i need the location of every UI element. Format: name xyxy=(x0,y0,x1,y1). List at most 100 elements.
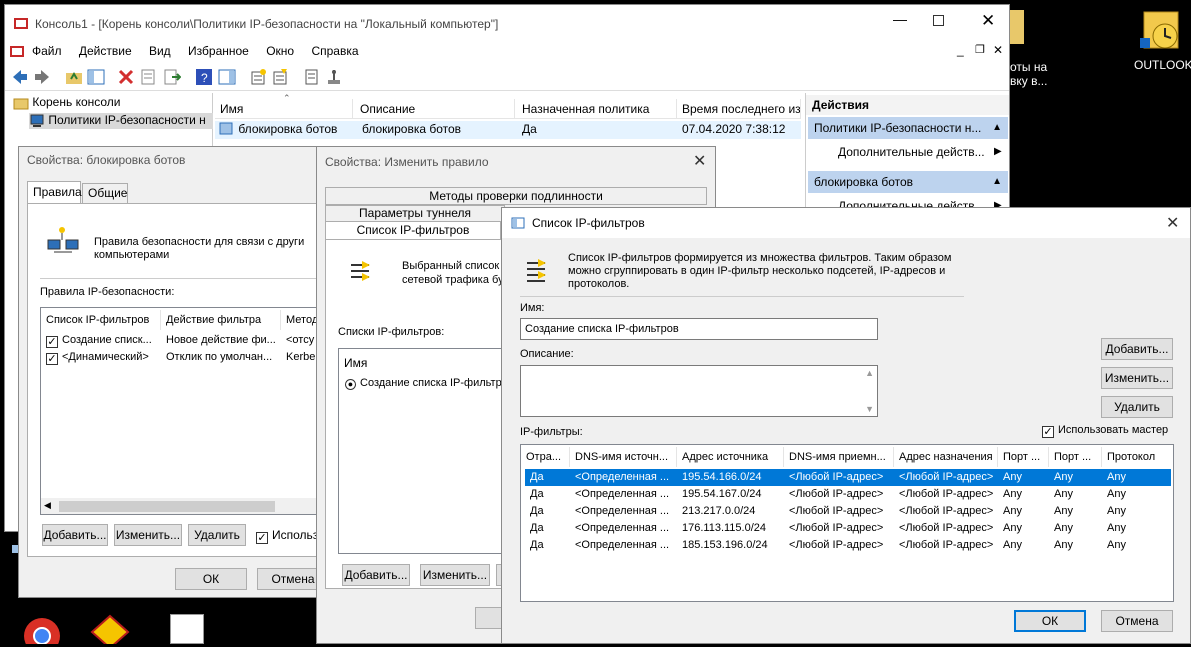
child-restore-button[interactable]: ❐ xyxy=(975,43,985,56)
filter-row[interactable]: Да <Определенная ... 176.113.115.0/24 <Л… xyxy=(525,520,1171,537)
filters-col-src-dns[interactable]: DNS-имя источн... xyxy=(570,447,677,467)
menu-window[interactable]: Окно xyxy=(266,44,294,58)
tab-filter-lists[interactable]: Список IP-фильтров xyxy=(325,221,501,239)
rules-col-filter[interactable]: Список IP-фильтров xyxy=(41,310,161,330)
filter-dst-port: Any xyxy=(1054,539,1073,551)
edit-rule-close-button[interactable]: ✕ xyxy=(693,151,706,171)
col-modified[interactable]: Время последнего из xyxy=(677,99,801,119)
filters-col-src-port[interactable]: Порт ... xyxy=(998,447,1049,467)
filter-row[interactable]: Да <Определенная ... 195.54.166.0/24 <Лю… xyxy=(525,469,1171,486)
maximize-button[interactable] xyxy=(933,15,944,26)
props-ok-button[interactable]: ОК xyxy=(175,568,247,590)
menu-file[interactable]: Файл xyxy=(32,44,62,58)
filter-lists-edit-button[interactable]: Изменить... xyxy=(420,564,490,586)
properties-icon[interactable] xyxy=(139,68,157,86)
help-icon[interactable]: ? xyxy=(195,68,213,86)
filter-src-port: Any xyxy=(1003,471,1022,483)
filters-col-src-addr[interactable]: Адрес источника xyxy=(677,447,784,467)
tab-rules[interactable]: Правила xyxy=(27,181,82,203)
submenu-arrow-icon: ▶ xyxy=(994,146,1002,157)
taskbar-app-icon[interactable] xyxy=(90,614,130,647)
name-input[interactable]: Создание списка IP-фильтров xyxy=(520,318,878,340)
actions-group-ipsec[interactable]: Политики IP-безопасности н... ▲ xyxy=(808,117,1008,139)
filter-lists-add-button[interactable]: Добавить... xyxy=(342,564,410,586)
filter-src-dns: <Определенная ... xyxy=(575,522,670,534)
export-icon[interactable] xyxy=(163,68,181,86)
policy-new-icon[interactable] xyxy=(249,68,267,86)
rule-action: Отклик по умолчан... xyxy=(166,351,273,363)
outlook-icon[interactable] xyxy=(1138,8,1184,54)
tab-tunnel[interactable]: Параметры туннеля xyxy=(325,205,505,221)
minimize-button[interactable]: — xyxy=(893,11,907,27)
col-description[interactable]: Описание xyxy=(355,99,515,119)
filter-add-button[interactable]: Добавить... xyxy=(1101,338,1173,360)
filter-row[interactable]: Да <Определенная ... 213.217.0.0/24 <Люб… xyxy=(525,503,1171,520)
scroll-left-icon[interactable]: ◀ xyxy=(44,500,51,511)
col-assigned[interactable]: Назначенная политика xyxy=(517,99,677,119)
filter-delete-button[interactable]: Удалить xyxy=(1101,396,1173,418)
filter-list-close-button[interactable]: ✕ xyxy=(1166,213,1179,233)
rule-row[interactable]: ✓ Создание списк... Новое действие фи... … xyxy=(41,332,327,349)
filter-lists-desc-2: сетевой трафика бу xyxy=(402,274,504,286)
back-icon[interactable] xyxy=(11,68,29,86)
policy-unassign-icon[interactable] xyxy=(303,68,321,86)
rules-col-action[interactable]: Действие фильтра xyxy=(161,310,281,330)
collapse-icon[interactable]: ▲ xyxy=(992,117,1002,139)
taskbar-file-icon[interactable] xyxy=(170,614,204,644)
description-textarea[interactable]: ▲ ▼ xyxy=(520,365,878,417)
close-button[interactable]: ✕ xyxy=(981,11,995,31)
filters-col-mirrored[interactable]: Отра... xyxy=(521,447,570,467)
menu-favorites[interactable]: Избранное xyxy=(188,44,249,58)
filters-col-dst-dns[interactable]: DNS-имя приемн... xyxy=(784,447,894,467)
policy-tool-icon[interactable] xyxy=(325,68,343,86)
tree-root[interactable]: Корень консоли xyxy=(13,95,121,111)
up-folder-icon[interactable] xyxy=(65,68,83,86)
forward-icon[interactable] xyxy=(33,68,51,86)
rules-add-button[interactable]: Добавить... xyxy=(42,524,108,546)
filter-edit-button[interactable]: Изменить... xyxy=(1101,367,1173,389)
textarea-scroll-down-icon[interactable]: ▼ xyxy=(865,404,874,414)
filter-list-cancel-button[interactable]: Отмена xyxy=(1101,610,1173,632)
rule-checkbox[interactable]: ✓ xyxy=(46,353,58,365)
rules-hscrollbar[interactable]: ◀ xyxy=(41,498,327,514)
filter-list-item[interactable]: ● Создание списка IP-фильтр xyxy=(345,377,502,390)
filters-col-dst-port[interactable]: Порт ... xyxy=(1049,447,1102,467)
show-action-pane-icon[interactable] xyxy=(218,68,236,86)
tree-ipsec-node[interactable]: Политики IP-безопасности н xyxy=(29,113,213,129)
rule-row[interactable]: ✓ <Динамический> Отклик по умолчан... Ker… xyxy=(41,349,327,366)
policy-row[interactable]: блокировка ботов блокировка ботов Да 07.… xyxy=(215,121,801,139)
use-wizard-check[interactable]: ✓ xyxy=(256,532,268,544)
menu-view[interactable]: Вид xyxy=(149,44,171,58)
filter-row[interactable]: Да <Определенная ... 195.54.167.0/24 <Лю… xyxy=(525,486,1171,503)
rules-edit-button[interactable]: Изменить... xyxy=(114,524,182,546)
tab-auth-methods[interactable]: Методы проверки подлинности xyxy=(325,187,707,205)
filter-list-ok-button[interactable]: ОК xyxy=(1014,610,1086,632)
radio-icon[interactable]: ● xyxy=(345,379,356,390)
child-close-button[interactable]: ✕ xyxy=(993,43,1003,57)
filter-protocol: Any xyxy=(1107,505,1126,517)
taskbar-chrome-icon[interactable] xyxy=(22,612,62,647)
collapse-icon-2[interactable]: ▲ xyxy=(992,171,1002,193)
actions-more-1[interactable]: Дополнительные действ... xyxy=(838,145,1008,159)
menu-console-icon[interactable] xyxy=(9,43,25,59)
rules-delete-button[interactable]: Удалить xyxy=(188,524,246,546)
menu-action[interactable]: Действие xyxy=(79,44,132,58)
use-add-wizard-checkbox[interactable]: ✓ Использовать мастер xyxy=(1042,424,1168,438)
scroll-thumb[interactable] xyxy=(59,501,275,512)
actions-group-policy-label: блокировка ботов xyxy=(814,175,914,189)
actions-group-policy[interactable]: блокировка ботов ▲ xyxy=(808,171,1008,193)
tab-general[interactable]: Общие xyxy=(82,183,128,203)
desktop-folder-icon[interactable] xyxy=(1010,10,1024,44)
policy-assign-icon[interactable] xyxy=(271,68,289,86)
use-wizard-checkbox[interactable]: ✓ Использ xyxy=(256,528,318,544)
child-minimize-button[interactable]: _ xyxy=(957,43,964,57)
use-add-wizard-check[interactable]: ✓ xyxy=(1042,426,1054,438)
filter-row[interactable]: Да <Определенная ... 185.153.196.0/24 <Л… xyxy=(525,537,1171,554)
delete-icon[interactable] xyxy=(117,68,135,86)
filters-col-dst-addr[interactable]: Адрес назначения xyxy=(894,447,998,467)
menu-help[interactable]: Справка xyxy=(311,44,358,58)
filters-col-protocol[interactable]: Протокол xyxy=(1102,447,1173,467)
textarea-scroll-up-icon[interactable]: ▲ xyxy=(865,368,874,378)
rule-checkbox[interactable]: ✓ xyxy=(46,336,58,348)
show-tree-icon[interactable] xyxy=(87,68,105,86)
